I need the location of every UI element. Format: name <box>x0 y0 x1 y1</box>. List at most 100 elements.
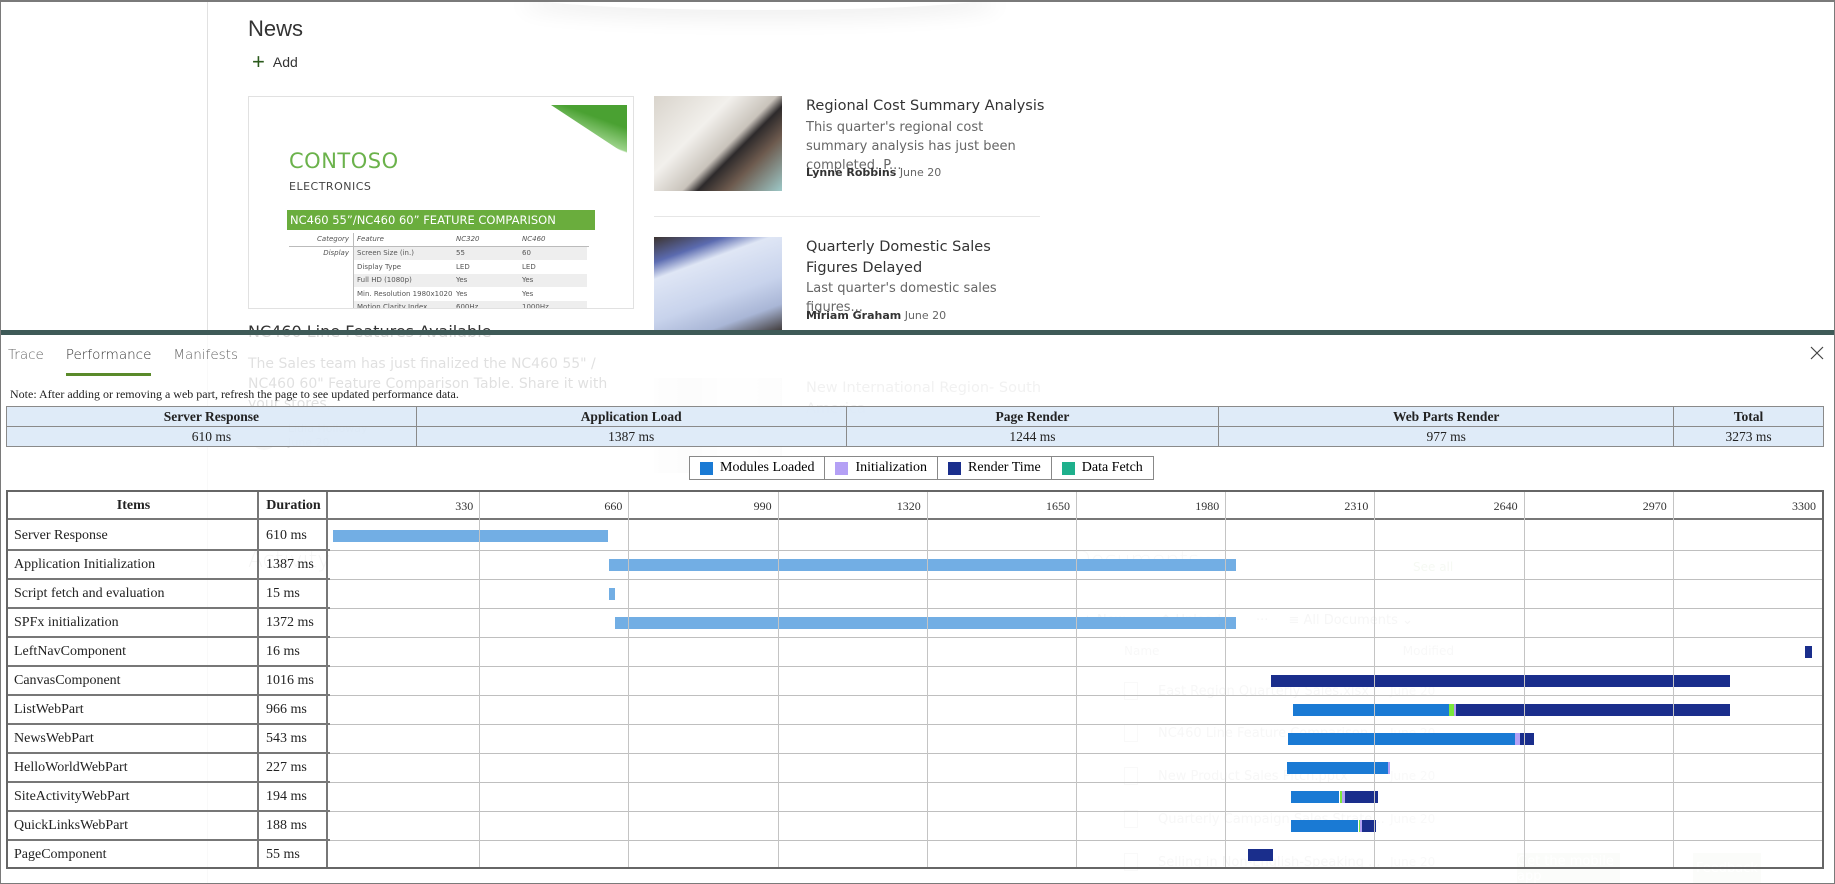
timeline-row: PageComponent 55 ms <box>8 841 1822 870</box>
item-name: SiteActivityWebPart <box>14 789 130 804</box>
author-name: Miriam Graham <box>806 309 902 322</box>
gridline <box>1374 492 1376 867</box>
hero-table-row: Min. Resolution 1980x1020 Yes Yes <box>289 287 589 301</box>
item-name: NewsWebPart <box>14 731 94 746</box>
timeline-row: ListWebPart 966 ms <box>8 696 1822 725</box>
tab-performance[interactable]: Performance <box>65 347 152 376</box>
timeline-bar-modules[interactable] <box>1290 791 1339 803</box>
timeline-row: Script fetch and evaluation 15 ms <box>8 580 1822 609</box>
gridline <box>1076 492 1077 867</box>
timeline-bar-render[interactable] <box>1270 675 1731 687</box>
x-tick-label: 1320 <box>896 499 921 513</box>
timeline-bar-render[interactable] <box>1805 646 1813 658</box>
item-name: SPFx initialization <box>14 615 119 630</box>
news-item-title[interactable]: Quarterly Domestic Sales Figures Delayed <box>806 237 1046 279</box>
news-section-title: News <box>248 16 304 41</box>
item-duration: 188 ms <box>266 818 307 833</box>
x-tick-label: 3300 <box>1792 499 1816 513</box>
timeline-bar-phase[interactable] <box>608 559 1236 571</box>
chart-legend: Modules Loaded Initialization Render Tim… <box>689 456 1154 480</box>
performance-timeline-chart: Items Duration Server Response 610 ms Appl… <box>6 490 1824 869</box>
item-duration: 1387 ms <box>266 557 314 572</box>
item-duration: 1016 ms <box>266 673 314 688</box>
summary-header: Page Render <box>845 406 1220 427</box>
summary-header: Application Load <box>415 406 847 427</box>
summary-value: 610 ms <box>6 426 417 447</box>
x-tick-label: 330 <box>455 499 474 513</box>
news-item-byline: Lynne Robbins June 20 <box>806 166 941 179</box>
timeline-bar-modules[interactable] <box>1288 733 1515 745</box>
timeline-bar-render[interactable] <box>1247 849 1273 861</box>
timeline-bar-modules[interactable] <box>1290 820 1358 832</box>
timeline-row: CanvasComponent 1016 ms <box>8 667 1822 696</box>
post-date: June 20 <box>904 309 947 322</box>
summary-value: 1387 ms <box>415 426 847 447</box>
legend-swatch <box>1061 461 1075 475</box>
item-duration: 966 ms <box>266 702 307 717</box>
timeline-row: SPFx initialization 1372 ms <box>8 609 1822 638</box>
hero-band-title: NC460 55”/NC460 60” FEATURE COMPARISON <box>287 210 595 230</box>
item-duration: 543 ms <box>266 731 307 746</box>
x-tick-label: 1650 <box>1046 499 1070 513</box>
timeline-row: QuickLinksWebPart 188 ms <box>8 812 1822 841</box>
hero-news-image[interactable]: CONTOSO ELECTRONICS NC460 55”/NC460 60” … <box>248 96 634 309</box>
legend-item-modules-loaded: Modules Loaded <box>690 457 826 479</box>
close-icon <box>1810 346 1824 360</box>
timeline-bar-phase[interactable] <box>332 530 609 542</box>
hero-feature-table: Category Feature NC320 NC460 Display Scr… <box>289 233 589 308</box>
header-shadow <box>520 0 1000 10</box>
timeline-bar-phase[interactable] <box>615 617 1236 629</box>
legend-swatch <box>700 461 713 475</box>
developer-dashboard-panel: Trace Performance Manifests Note: After … <box>0 330 1835 884</box>
summary-value: 1244 ms <box>845 426 1220 447</box>
gridline <box>1672 492 1674 867</box>
item-name: Script fetch and evaluation <box>14 586 165 601</box>
item-name: LeftNavComponent <box>14 644 126 659</box>
hero-table-row: Motion Clarity Index 600Hz 1000Hz <box>289 300 589 308</box>
gridline <box>926 492 928 867</box>
news-thumbnail <box>654 96 782 191</box>
timeline-bar-phase[interactable] <box>608 588 616 600</box>
summary-header-row: Server Response Application Load Page Re… <box>6 406 1824 427</box>
item-name: Server Response <box>14 528 108 543</box>
item-name: PageComponent <box>14 847 107 862</box>
item-duration: 15 ms <box>266 586 300 601</box>
item-duration: 16 ms <box>266 644 300 659</box>
hero-brand: CONTOSO <box>289 149 399 173</box>
summary-header: Total <box>1673 406 1824 427</box>
close-panel-button[interactable] <box>1809 345 1825 361</box>
news-add-label: Add <box>272 54 298 70</box>
x-tick-label: 990 <box>753 499 772 513</box>
timeline-bar-init[interactable] <box>1387 762 1390 774</box>
timeline-row: LeftNavComponent 16 ms <box>8 638 1822 667</box>
news-item-title[interactable]: Regional Cost Summary Analysis <box>806 96 1046 117</box>
summary-header: Web Parts Render <box>1218 406 1675 427</box>
timeline-bar-modules[interactable] <box>1286 762 1388 774</box>
tab-manifests[interactable]: Manifests <box>173 347 238 376</box>
summary-value-row: 610 ms 1387 ms 1244 ms 977 ms 3273 ms <box>6 426 1824 447</box>
hero-table-head: Category Feature NC320 NC460 <box>289 233 589 247</box>
timeline-row: Server Response 610 ms <box>8 522 1822 551</box>
item-duration: 55 ms <box>266 847 300 862</box>
item-name: HelloWorldWebPart <box>14 760 128 775</box>
summary-value: 3273 ms <box>1673 426 1824 447</box>
news-item-byline: Miriam Graham June 20 <box>806 309 946 322</box>
timeline-bar-render[interactable] <box>1519 733 1534 745</box>
hero-table-row: Full HD (1080p) Yes Yes <box>289 273 589 287</box>
refresh-note: Note: After adding or removing a web par… <box>10 387 459 401</box>
timeline-bar-modules[interactable] <box>1293 704 1450 716</box>
item-name: ListWebPart <box>14 702 84 717</box>
timeline-row: NewsWebPart 543 ms <box>8 725 1822 754</box>
timeline-row: Application Initialization 1387 ms <box>8 551 1822 580</box>
item-duration: 610 ms <box>266 528 307 543</box>
hero-subbrand: ELECTRONICS <box>289 180 372 193</box>
tab-trace[interactable]: Trace <box>8 347 44 376</box>
items-column-header: Items <box>116 498 151 513</box>
news-add-button[interactable]: + Add <box>252 51 298 73</box>
item-name: Application Initialization <box>14 557 156 572</box>
item-duration: 194 ms <box>266 789 307 804</box>
timeline-row: SiteActivityWebPart 194 ms <box>8 783 1822 812</box>
timeline-bar-render[interactable] <box>1455 704 1731 716</box>
legend-swatch <box>948 461 962 475</box>
x-tick-label: 2640 <box>1493 499 1518 513</box>
